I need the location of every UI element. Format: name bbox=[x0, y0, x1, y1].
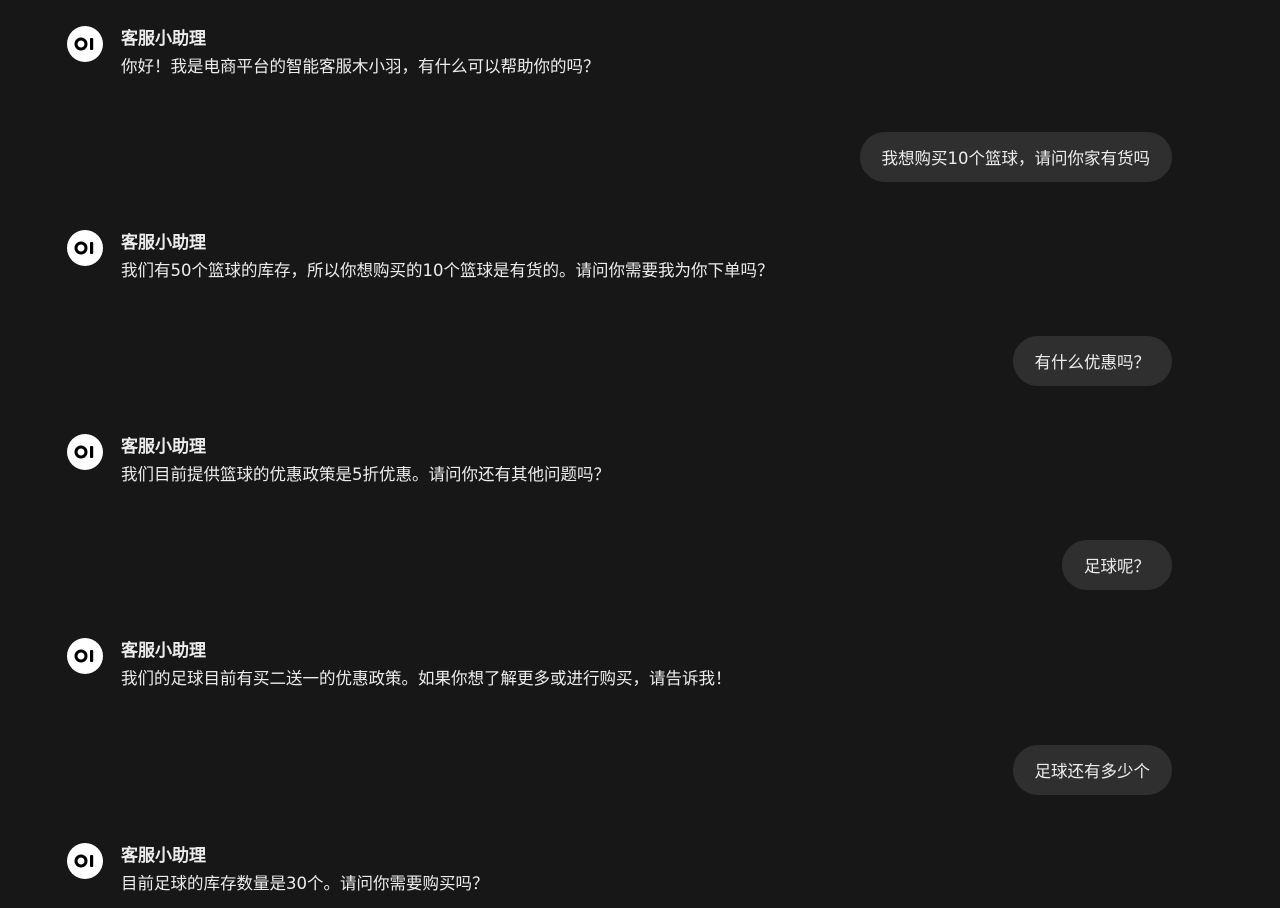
logo-icon bbox=[74, 241, 94, 255]
logo-icon bbox=[74, 649, 94, 663]
assistant-message-text: 你好！我是电商平台的智能客服木小羽，有什么可以帮助你的吗？ bbox=[121, 57, 600, 76]
user-message-text: 有什么优惠吗？ bbox=[1034, 353, 1151, 372]
assistant-message-text: 我们有50个篮球的库存，所以你想购买的10个篮球是有货的。请问你需要我为你下单吗… bbox=[121, 261, 774, 280]
assistant-name: 客服小助理 bbox=[121, 846, 206, 866]
assistant-avatar bbox=[67, 434, 103, 470]
user-message-bubble: 有什么优惠吗？ bbox=[1012, 336, 1172, 386]
logo-icon bbox=[74, 445, 94, 459]
user-message-bubble: 足球呢？ bbox=[1062, 540, 1172, 590]
assistant-avatar bbox=[67, 230, 103, 266]
user-message-text: 我想购买10个篮球，请问你家有货吗 bbox=[881, 149, 1151, 168]
assistant-message-text: 我们的足球目前有买二送一的优惠政策。如果你想了解更多或进行购买，请告诉我！ bbox=[121, 669, 732, 688]
logo-icon bbox=[74, 854, 94, 868]
user-message-text: 足球呢？ bbox=[1084, 557, 1150, 576]
logo-icon bbox=[74, 37, 94, 51]
assistant-message-text: 我们目前提供篮球的优惠政策是5折优惠。请问你还有其他问题吗？ bbox=[121, 465, 610, 484]
user-message-bubble: 足球还有多少个 bbox=[1012, 745, 1172, 795]
assistant-avatar bbox=[67, 843, 103, 879]
assistant-name: 客服小助理 bbox=[121, 233, 206, 253]
assistant-name: 客服小助理 bbox=[121, 641, 206, 661]
assistant-avatar bbox=[67, 638, 103, 674]
user-message-text: 足球还有多少个 bbox=[1034, 762, 1151, 781]
assistant-name: 客服小助理 bbox=[121, 29, 206, 49]
assistant-name: 客服小助理 bbox=[121, 437, 206, 457]
chat-conversation: 客服小助理 你好！我是电商平台的智能客服木小羽，有什么可以帮助你的吗？ 我想购买… bbox=[0, 0, 1280, 908]
user-message-bubble: 我想购买10个篮球，请问你家有货吗 bbox=[859, 132, 1172, 182]
assistant-message-text: 目前足球的库存数量是30个。请问你需要购买吗？ bbox=[121, 874, 489, 893]
assistant-avatar bbox=[67, 26, 103, 62]
